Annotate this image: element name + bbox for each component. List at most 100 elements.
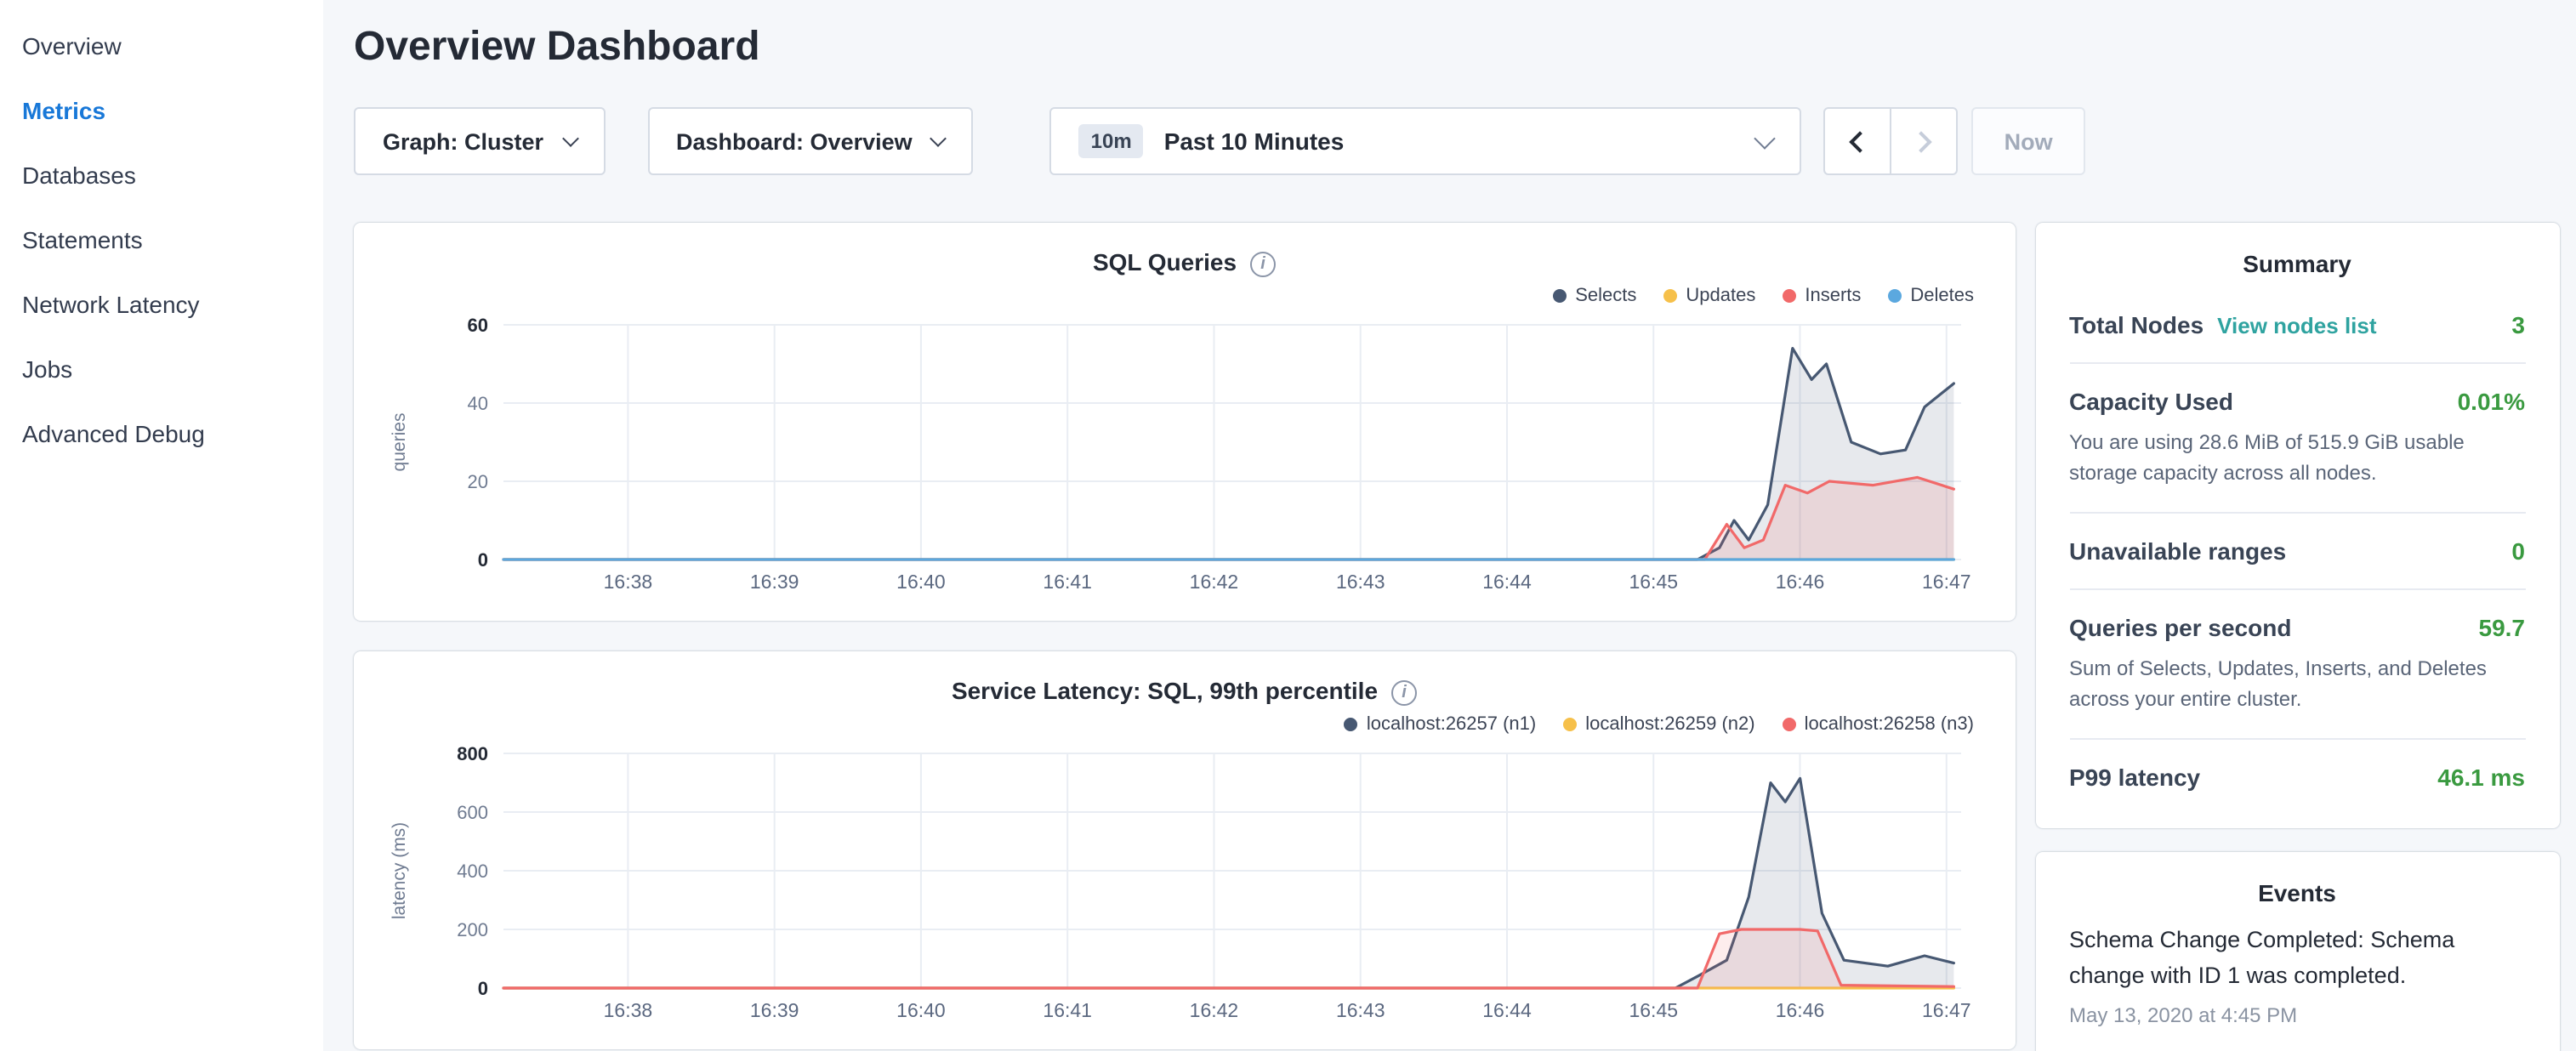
svg-text:600: 600	[457, 802, 488, 823]
svg-text:16:47: 16:47	[1922, 999, 1971, 1021]
svg-text:16:44: 16:44	[1482, 999, 1532, 1021]
dashboard-controls: Graph: Cluster Dashboard: Overview 10m P…	[354, 107, 2559, 175]
legend-dot-icon	[1553, 289, 1567, 303]
summary-value: 46.1 ms	[2437, 764, 2525, 791]
summary-value: 3	[2511, 311, 2525, 338]
legend-label: Updates	[1686, 286, 1755, 306]
events-panel: Events Schema Change Completed: Schema c…	[2035, 852, 2559, 1051]
svg-text:20: 20	[468, 471, 488, 492]
chart-card-sql-queries: SQL Queries i Selects Updates Inserts Delete…	[354, 223, 2015, 621]
svg-text:40: 40	[468, 393, 488, 414]
summary-description: Sum of Selects, Updates, Inserts, and De…	[2069, 653, 2525, 714]
time-prev-button[interactable]	[1824, 107, 1892, 175]
summary-label: Queries per second	[2069, 614, 2291, 641]
legend-dot-icon	[1345, 718, 1358, 731]
svg-text:queries: queries	[390, 413, 409, 472]
legend-label: Inserts	[1805, 286, 1861, 306]
svg-text:16:39: 16:39	[750, 571, 799, 593]
sidebar-item-jobs[interactable]: Jobs	[0, 337, 323, 401]
summary-row-p99-latency: P99 latency 46.1 ms	[2069, 740, 2525, 815]
svg-text:0: 0	[478, 978, 488, 999]
summary-label: P99 latency	[2069, 764, 2200, 791]
time-pager	[1824, 107, 1959, 175]
svg-text:200: 200	[457, 919, 488, 940]
legend-label: localhost:26258 (n3)	[1805, 714, 1974, 735]
right-column: Summary Total Nodes View nodes list 3 Ca…	[2035, 223, 2559, 1051]
now-button[interactable]: Now	[1972, 107, 2085, 175]
chart-title: SQL Queries	[1093, 248, 1237, 276]
view-nodes-list-link[interactable]: View nodes list	[2217, 313, 2376, 338]
svg-text:latency (ms): latency (ms)	[390, 822, 409, 919]
svg-text:16:44: 16:44	[1482, 571, 1532, 593]
chart-title-row: SQL Queries i	[384, 243, 1984, 281]
svg-text:16:41: 16:41	[1043, 571, 1092, 593]
legend-item: Inserts	[1783, 286, 1861, 306]
legend-label: localhost:26257 (n1)	[1367, 714, 1536, 735]
svg-text:16:46: 16:46	[1776, 999, 1825, 1021]
legend-dot-icon	[1888, 289, 1902, 303]
svg-text:16:43: 16:43	[1336, 571, 1385, 593]
legend-item: localhost:26259 (n2)	[1563, 714, 1754, 735]
time-range-badge: 10m	[1079, 124, 1144, 158]
sidebar-item-databases[interactable]: Databases	[0, 143, 323, 207]
sidebar-item-metrics[interactable]: Metrics	[0, 78, 323, 143]
info-icon[interactable]: i	[1391, 680, 1417, 706]
sidebar-item-network-latency[interactable]: Network Latency	[0, 272, 323, 337]
summary-value: 59.7	[2479, 614, 2526, 641]
event-item[interactable]: Schema Change Completed: Schema change w…	[2069, 923, 2525, 1027]
summary-row-total-nodes: Total Nodes View nodes list 3	[2069, 287, 2525, 364]
svg-text:16:45: 16:45	[1629, 999, 1678, 1021]
svg-text:16:40: 16:40	[896, 999, 946, 1021]
legend-item: Selects	[1553, 286, 1636, 306]
svg-text:16:40: 16:40	[896, 571, 946, 593]
legend-dot-icon	[1783, 718, 1796, 731]
charts-column: SQL Queries i Selects Updates Inserts Delete…	[354, 223, 2015, 1051]
time-range-dropdown[interactable]: 10m Past 10 Minutes	[1050, 107, 1802, 175]
main-content: Overview Dashboard Graph: Cluster Dashbo…	[323, 0, 2576, 1051]
chevron-right-icon	[1911, 130, 1932, 151]
content-row: SQL Queries i Selects Updates Inserts Delete…	[354, 223, 2559, 1051]
svg-text:16:38: 16:38	[604, 571, 653, 593]
summary-row-capacity-used: Capacity Used 0.01% You are using 28.6 M…	[2069, 364, 2525, 514]
legend-item: Deletes	[1888, 286, 1974, 306]
sidebar-item-overview[interactable]: Overview	[0, 14, 323, 78]
svg-text:16:39: 16:39	[750, 999, 799, 1021]
legend-dot-icon	[1663, 289, 1677, 303]
svg-text:16:42: 16:42	[1190, 571, 1239, 593]
svg-text:16:43: 16:43	[1336, 999, 1385, 1021]
summary-value: 0	[2511, 537, 2525, 565]
summary-label: Total Nodes	[2069, 311, 2204, 338]
chart-title-row: Service Latency: SQL, 99th percentile i	[384, 672, 1984, 709]
time-range-label: Past 10 Minutes	[1164, 128, 1345, 155]
svg-text:16:45: 16:45	[1629, 571, 1678, 593]
legend-item: localhost:26258 (n3)	[1783, 714, 1974, 735]
events-title: Events	[2069, 879, 2525, 906]
chart-card-service-latency: Service Latency: SQL, 99th percentile i l…	[354, 651, 2015, 1049]
chart-canvas: 16:3816:3916:4016:4116:4216:4316:4416:45…	[384, 740, 1984, 1032]
summary-panel: Summary Total Nodes View nodes list 3 Ca…	[2035, 223, 2559, 828]
summary-title: Summary	[2069, 250, 2525, 277]
time-next-button[interactable]	[1891, 107, 1959, 175]
summary-row-queries-per-second: Queries per second 59.7 Sum of Selects, …	[2069, 590, 2525, 740]
chevron-down-icon	[1754, 127, 1776, 148]
sidebar: Overview Metrics Databases Statements Ne…	[0, 0, 323, 1051]
legend-item: localhost:26257 (n1)	[1345, 714, 1536, 735]
legend-item: Updates	[1663, 286, 1755, 306]
sidebar-item-advanced-debug[interactable]: Advanced Debug	[0, 401, 323, 466]
chart-title: Service Latency: SQL, 99th percentile	[952, 677, 1378, 704]
graph-scope-label: Graph: Cluster	[383, 128, 543, 154]
svg-text:16:41: 16:41	[1043, 999, 1092, 1021]
dashboard-dropdown[interactable]: Dashboard: Overview	[647, 107, 974, 175]
svg-text:60: 60	[468, 315, 488, 336]
dashboard-label: Dashboard: Overview	[676, 128, 913, 154]
sidebar-item-statements[interactable]: Statements	[0, 207, 323, 272]
legend-label: Deletes	[1910, 286, 1974, 306]
legend-dot-icon	[1783, 289, 1796, 303]
legend-label: Selects	[1575, 286, 1636, 306]
svg-text:16:38: 16:38	[604, 999, 653, 1021]
svg-text:0: 0	[478, 549, 488, 571]
graph-scope-dropdown[interactable]: Graph: Cluster	[354, 107, 605, 175]
info-icon[interactable]: i	[1250, 252, 1276, 277]
summary-row-unavailable-ranges: Unavailable ranges 0	[2069, 514, 2525, 590]
summary-label: Capacity Used	[2069, 388, 2233, 415]
